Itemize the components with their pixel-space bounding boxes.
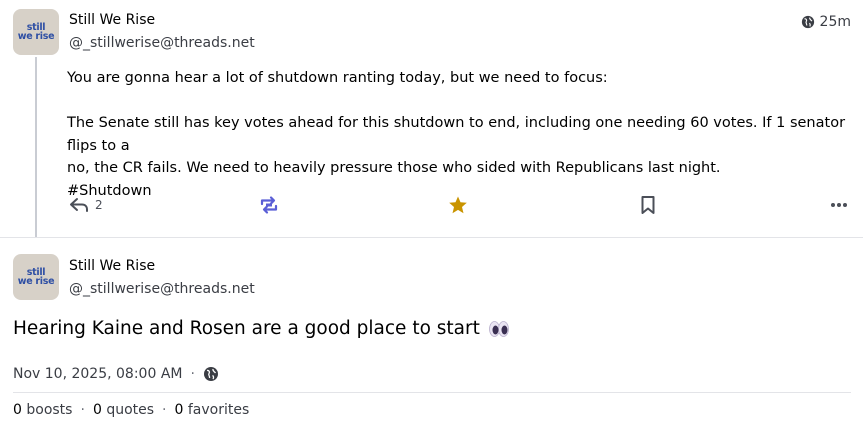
status-time[interactable]: 25m (801, 14, 851, 30)
content-paragraph: You are gonna hear a lot of shutdown ran… (67, 70, 608, 86)
favorites-count: 0 (174, 402, 184, 418)
reply-icon (70, 198, 88, 212)
favorites-label: favorites (187, 402, 250, 418)
separator-dot: · (162, 402, 167, 418)
status-actions: 2 (60, 192, 860, 218)
boost-icon (260, 196, 278, 214)
thread-line (35, 57, 37, 237)
boost-button[interactable] (259, 192, 279, 218)
quotes-count: 0 (92, 402, 102, 418)
more-button[interactable] (830, 192, 848, 218)
display-name[interactable]: Still We Rise (69, 12, 155, 28)
reply-button[interactable]: 2 (69, 192, 103, 218)
status-ancestor[interactable]: still we rise Still We Rise @_stillweris… (0, 0, 863, 237)
paragraph-spacer (67, 90, 847, 113)
separator-dot: · (80, 402, 85, 418)
content-paragraph: no, the CR fails. We need to heavily pre… (67, 160, 721, 176)
quotes-link[interactable]: 0 quotes (93, 402, 154, 418)
more-icon (831, 203, 847, 207)
separator-dot: · (190, 366, 195, 382)
globe-icon (203, 367, 218, 381)
status-counts: 0 boosts · 0 quotes · 0 favorites (13, 402, 249, 418)
star-icon (449, 196, 467, 214)
eyes-emoji (488, 320, 509, 337)
content-paragraph: The Senate still has key votes ahead for… (67, 115, 846, 154)
avatar-text-line2: we rise (17, 31, 55, 42)
relative-time: 25m (819, 14, 851, 30)
bookmark-icon (641, 196, 655, 214)
boosts-count: 0 (13, 402, 22, 418)
avatar-text-line2: we rise (17, 276, 55, 287)
account-handle[interactable]: @_stillwerise@threads.net (69, 281, 255, 297)
display-name[interactable]: Still We Rise (69, 258, 155, 274)
avatar[interactable]: still we rise (13, 9, 59, 55)
reply-count: 2 (95, 198, 103, 212)
status-content: Hearing Kaine and Rosen are a good place… (13, 318, 510, 339)
status-content: You are gonna hear a lot of shutdown ran… (67, 67, 847, 202)
quotes-label: quotes (106, 402, 155, 418)
meta-divider (13, 392, 851, 393)
globe-icon (801, 15, 814, 29)
avatar[interactable]: still we rise (13, 254, 59, 300)
favourite-button[interactable] (448, 192, 468, 218)
boosts-label: boosts (26, 402, 73, 418)
bookmark-button[interactable] (640, 192, 656, 218)
account-handle[interactable]: @_stillwerise@threads.net (69, 35, 255, 51)
favorites-link[interactable]: 0 favorites (175, 402, 250, 418)
boosts-link[interactable]: 0 boosts (13, 402, 72, 418)
status-date[interactable]: Nov 10, 2025, 08:00 AM (13, 366, 182, 382)
status-meta: Nov 10, 2025, 08:00 AM · (13, 366, 219, 382)
content-text: Hearing Kaine and Rosen are a good place… (13, 318, 480, 339)
